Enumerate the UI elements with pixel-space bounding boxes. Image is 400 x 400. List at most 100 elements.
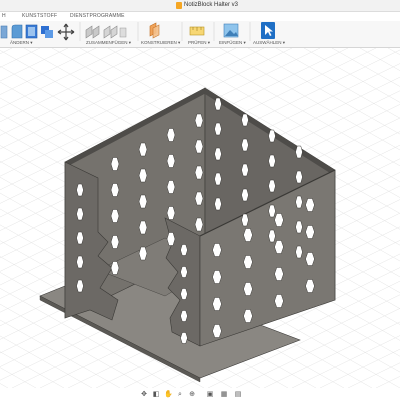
hex-hole <box>305 279 315 293</box>
hex-hole <box>166 154 176 168</box>
look-at-icon[interactable]: ◧ <box>152 391 160 399</box>
group-label-konstruieren[interactable]: KONSTRUIEREN ▾ <box>141 40 180 46</box>
grid-line <box>0 383 9 388</box>
hex-hole <box>214 172 222 186</box>
hex-hole <box>268 229 276 243</box>
hex-hole <box>295 195 303 209</box>
hex-hole <box>295 145 303 159</box>
measure-icon[interactable] <box>189 26 205 36</box>
as-built-joint-icon[interactable] <box>103 25 118 39</box>
hex-hole <box>76 279 84 293</box>
fit-icon[interactable]: ⊕ <box>188 391 196 399</box>
group-label-aendern[interactable]: ÄNDERN ▾ <box>10 40 33 46</box>
document-title: NotizBlock Halter v3 <box>184 2 239 8</box>
hex-hole <box>295 220 303 234</box>
hex-hole <box>76 255 84 269</box>
move-icon[interactable] <box>57 23 75 41</box>
hex-hole <box>214 97 222 111</box>
notepad-holder-model[interactable] <box>39 87 336 383</box>
group-label-pruefen[interactable]: PRÜFEN ▾ <box>188 40 210 46</box>
combine-icon[interactable] <box>41 26 53 38</box>
toolbar-icons <box>0 22 275 41</box>
hex-hole <box>212 270 222 284</box>
viewports-icon[interactable]: ▤ <box>234 391 242 399</box>
navigation-bar: ✥ ◧ ✋ ⌕ ⊕ ▣ ▦ ▤ <box>140 390 290 400</box>
orbit-icon[interactable]: ✥ <box>140 391 148 399</box>
hex-hole <box>241 163 249 177</box>
hex-hole <box>305 225 315 239</box>
hex-hole <box>110 209 120 223</box>
hex-hole <box>166 206 176 220</box>
hex-hole <box>180 266 188 278</box>
pan-icon[interactable]: ✋ <box>164 391 173 399</box>
hex-hole <box>274 213 284 227</box>
hex-hole <box>241 138 249 152</box>
grid-icon[interactable]: ▦ <box>220 391 228 399</box>
hex-hole <box>138 142 148 157</box>
tab-kunststoff[interactable]: KUNSTSTOFF <box>22 13 57 20</box>
hex-hole <box>243 282 253 296</box>
model-scene <box>0 48 400 388</box>
hex-hole <box>138 220 148 235</box>
hex-hole <box>138 246 148 261</box>
grid-line <box>0 48 41 68</box>
title-bar: NotizBlock Halter v3 <box>0 0 400 12</box>
hex-hole <box>166 232 176 246</box>
hex-hole <box>241 213 249 227</box>
joint-icon[interactable] <box>85 25 100 39</box>
hex-hole <box>214 147 222 161</box>
hex-hole <box>268 129 276 143</box>
rigid-group-icon[interactable] <box>119 27 127 38</box>
hex-hole <box>295 245 303 259</box>
hex-hole <box>180 244 188 256</box>
hex-hole <box>268 179 276 193</box>
hex-hole <box>243 255 253 269</box>
hex-hole <box>305 198 315 212</box>
tab-dienstprogramme[interactable]: DIENSTPROGRAMME <box>70 13 125 20</box>
hex-hole <box>76 207 84 221</box>
group-label-auswaehlen[interactable]: AUSWÄHLEN ▾ <box>253 40 285 46</box>
hex-hole <box>194 113 204 128</box>
hex-hole <box>268 154 276 168</box>
hex-hole <box>76 183 84 197</box>
hex-hole <box>194 217 204 232</box>
hex-hole <box>212 297 222 311</box>
hex-hole <box>110 157 120 171</box>
ribbon-tabs: H KUNSTSTOFF DIENSTPROGRAMME <box>0 12 400 21</box>
hex-hole <box>138 194 148 209</box>
hex-hole <box>241 188 249 202</box>
hex-hole <box>274 267 284 281</box>
hex-hole <box>295 170 303 184</box>
hex-hole <box>194 139 204 154</box>
hex-hole <box>274 294 284 308</box>
hex-hole <box>212 243 222 257</box>
hex-hole <box>180 310 188 322</box>
hex-hole <box>138 168 148 183</box>
display-settings-icon[interactable]: ▣ <box>206 391 214 399</box>
offset-plane-icon[interactable] <box>149 22 160 39</box>
group-label-einfuegen[interactable]: EINFÜGEN ▾ <box>219 40 246 46</box>
hex-hole <box>241 113 249 127</box>
shell-icon[interactable] <box>25 24 38 39</box>
fillet-icon[interactable] <box>11 24 23 39</box>
hex-hole <box>194 165 204 180</box>
hex-hole <box>268 204 276 218</box>
hex-hole <box>194 191 204 206</box>
group-label-zusammenfuegen[interactable]: ZUSAMMENFÜGEN ▾ <box>86 40 131 46</box>
hex-hole <box>274 240 284 254</box>
press-pull-icon[interactable] <box>0 25 8 39</box>
tab-home[interactable]: H <box>2 13 6 20</box>
zoom-icon[interactable]: ⌕ <box>176 391 184 399</box>
hex-hole <box>212 324 222 338</box>
hex-hole <box>180 288 188 300</box>
hex-hole <box>214 197 222 211</box>
grid-line <box>347 362 400 388</box>
hex-hole <box>166 128 176 142</box>
hex-hole <box>180 332 188 344</box>
hex-hole <box>243 228 253 242</box>
canvas-viewport[interactable] <box>0 48 400 388</box>
insert-image-icon[interactable] <box>223 23 239 38</box>
select-icon[interactable] <box>261 22 275 39</box>
hex-hole <box>110 261 120 275</box>
hex-hole <box>76 231 84 245</box>
